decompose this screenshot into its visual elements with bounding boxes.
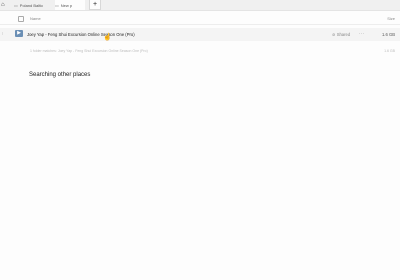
tab-bar: ⌂ ▭ Poland Baltic ▭ New p + (0, 0, 400, 11)
file-row[interactable]: ⁝ ▶ Joey Yap - Feng Shui Excursion Onlin… (0, 28, 400, 41)
file-size: 1.6 GB (381, 31, 395, 37)
add-tab-button[interactable]: + (89, 0, 101, 10)
more-options-button[interactable]: ··· (359, 31, 365, 36)
match-summary: 1 folder matches: Joey Yap - Feng Shui E… (30, 49, 148, 53)
tab-poland-baltic[interactable]: ▭ Poland Baltic (14, 0, 52, 10)
video-folder-icon: ▶ (15, 30, 23, 37)
select-all-checkbox[interactable] (18, 16, 24, 22)
home-icon[interactable]: ⌂ (1, 1, 5, 9)
folder-icon: ▭ (55, 2, 59, 8)
searching-other-places: Searching other places (29, 72, 91, 78)
pointer-cursor-icon: ☝ (103, 34, 112, 41)
folder-icon: ▭ (14, 2, 18, 8)
summary-size: 1.6 GB (384, 49, 395, 53)
column-name[interactable]: Name (30, 16, 41, 21)
tab-label: New p (60, 2, 73, 8)
tab-new-p[interactable]: ▭ New p (55, 0, 85, 10)
shared-label[interactable]: ⊘ Shared (332, 32, 350, 37)
column-header: Name Size (0, 13, 400, 25)
tab-label: Poland Baltic (19, 2, 44, 8)
column-size[interactable]: Size (387, 16, 395, 21)
drag-handle-icon[interactable]: ⁝ (2, 31, 3, 36)
file-name[interactable]: Joey Yap - Feng Shui Excursion Online Se… (27, 32, 135, 37)
